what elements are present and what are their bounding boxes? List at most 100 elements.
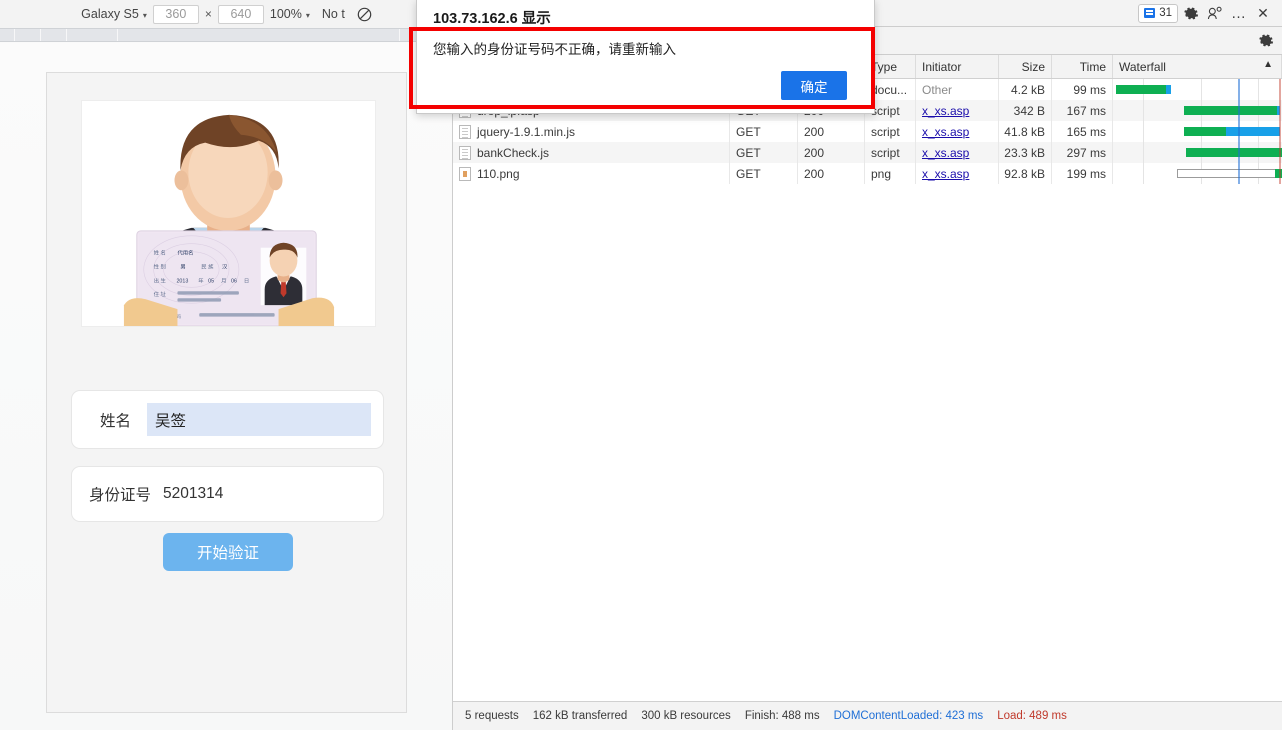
- request-time-cell: 199 ms: [1052, 163, 1113, 184]
- status-load: Load: 489 ms: [997, 710, 1067, 722]
- image-icon: [459, 167, 471, 181]
- svg-text:男: 男: [180, 264, 185, 271]
- console-message-count: 31: [1159, 7, 1172, 19]
- waterfall-gridline: [1143, 163, 1144, 184]
- gear-icon[interactable]: [1180, 2, 1202, 24]
- request-waterfall-cell: [1113, 100, 1282, 121]
- request-initiator-link[interactable]: x_xs.asp: [922, 146, 969, 160]
- request-size-cell: 4.2 kB: [999, 79, 1052, 100]
- waterfall-gridline: [1143, 121, 1144, 142]
- waterfall-gridline: [1143, 100, 1144, 121]
- dialog-message: 您输入的身份证号码不正确，请重新输入: [433, 38, 676, 58]
- column-header-waterfall-label: Waterfall: [1119, 60, 1166, 74]
- waterfall-download-segment: [1166, 85, 1171, 94]
- request-initiator-cell: x_xs.asp: [916, 142, 999, 163]
- svg-text:民 族: 民 族: [201, 263, 214, 271]
- request-size-cell: 41.8 kB: [999, 121, 1052, 142]
- status-transferred: 162 kB transferred: [533, 710, 628, 722]
- request-name-label: jquery-1.9.1.min.js: [477, 125, 575, 139]
- svg-text:05: 05: [208, 278, 214, 284]
- device-height-input[interactable]: 640: [218, 5, 264, 24]
- device-selector-label: Galaxy S5: [81, 7, 139, 21]
- chevron-down-icon: ▾: [143, 11, 147, 20]
- waterfall-gridline: [1143, 142, 1144, 163]
- request-time-cell: 167 ms: [1052, 100, 1113, 121]
- request-initiator-cell: x_xs.asp: [916, 163, 999, 184]
- request-time-cell: 297 ms: [1052, 142, 1113, 163]
- no-entry-icon[interactable]: [351, 7, 378, 22]
- waterfall-waiting-segment: [1184, 106, 1277, 115]
- request-initiator-link[interactable]: x_xs.asp: [922, 104, 969, 118]
- request-initiator-link[interactable]: x_xs.asp: [922, 125, 969, 139]
- waterfall-gridline: [1201, 79, 1202, 100]
- console-message-icon: [1144, 8, 1155, 18]
- waterfall-bar: [1186, 148, 1282, 157]
- start-verification-button[interactable]: 开始验证: [163, 533, 293, 571]
- request-method-cell: GET: [730, 121, 798, 142]
- status-resources: 300 kB resources: [641, 710, 731, 722]
- waterfall-download-segment: [1226, 127, 1280, 136]
- network-settings-icon[interactable]: [1256, 31, 1276, 51]
- screen-root: Galaxy S5 ▾ 360 × 640 100% ▾ No t: [0, 0, 1282, 730]
- throttling-label: No t: [322, 7, 345, 21]
- request-status-cell: 200: [798, 121, 865, 142]
- request-initiator-link: Other: [922, 83, 952, 97]
- request-type-cell: png: [865, 163, 916, 184]
- network-request-list[interactable]: drop_ip.aspGET200docu...Other4.2 kB99 ms…: [453, 79, 1282, 701]
- name-field-card: 姓名: [71, 390, 384, 449]
- request-name-label: 110.png: [477, 167, 520, 181]
- column-header-time[interactable]: Time: [1052, 55, 1113, 78]
- column-header-initiator[interactable]: Initiator: [916, 55, 999, 78]
- waterfall-waiting-segment: [1184, 127, 1226, 136]
- svg-text:06: 06: [231, 278, 237, 284]
- device-ruler[interactable]: [0, 28, 453, 42]
- dialog-ok-button[interactable]: 确定: [781, 71, 847, 100]
- zoom-selector-label: 100%: [270, 7, 302, 21]
- request-initiator-link[interactable]: x_xs.asp: [922, 167, 969, 181]
- more-options-icon[interactable]: …: [1228, 2, 1250, 24]
- svg-text:性 别: 性 别: [154, 263, 166, 271]
- request-time-cell: 99 ms: [1052, 79, 1113, 100]
- request-name-label: bankCheck.js: [477, 146, 549, 160]
- svg-text:月: 月: [221, 277, 226, 284]
- device-selector[interactable]: Galaxy S5 ▾: [75, 7, 153, 21]
- device-canvas: 姓 名代用名 性 别男 民 族汉 出 生2013 年05 月06 日 住 址 公…: [0, 43, 453, 730]
- console-message-badge[interactable]: 31: [1138, 4, 1178, 23]
- waterfall-bar: [1184, 127, 1280, 136]
- svg-text:住 址: 住 址: [154, 290, 167, 298]
- network-status-bar: 5 requests 162 kB transferred 300 kB res…: [453, 701, 1282, 730]
- table-row[interactable]: bankCheck.jsGET200scriptx_xs.asp23.3 kB2…: [453, 142, 1282, 163]
- id-number-input[interactable]: [163, 479, 371, 509]
- status-domcontentloaded: DOMContentLoaded: 423 ms: [834, 710, 984, 722]
- request-status-cell: 200: [798, 142, 865, 163]
- request-type-cell: script: [865, 142, 916, 163]
- waterfall-waiting-segment: [1116, 85, 1167, 94]
- request-name-cell: jquery-1.9.1.min.js: [453, 121, 730, 142]
- dimension-separator: ×: [199, 7, 218, 21]
- device-toolbar: Galaxy S5 ▾ 360 × 640 100% ▾ No t: [0, 0, 453, 28]
- javascript-alert-dialog: 103.73.162.6 显示 您输入的身份证号码不正确，请重新输入 确定: [416, 0, 875, 114]
- column-header-waterfall[interactable]: Waterfall ▲: [1113, 55, 1282, 78]
- waterfall-queueing-segment: [1177, 169, 1282, 178]
- svg-text:汉: 汉: [222, 263, 228, 271]
- waterfall-gridline: [1258, 79, 1259, 100]
- zoom-selector[interactable]: 100% ▾: [264, 7, 316, 21]
- devices-settings-icon[interactable]: [1204, 2, 1226, 24]
- column-header-size[interactable]: Size: [999, 55, 1052, 78]
- request-waterfall-cell: [1113, 163, 1282, 184]
- emulated-page-viewport[interactable]: 姓 名代用名 性 别男 民 族汉 出 生2013 年05 月06 日 住 址 公…: [46, 72, 407, 713]
- waterfall-waiting-segment: [1275, 169, 1282, 178]
- request-initiator-cell: x_xs.asp: [916, 121, 999, 142]
- table-row[interactable]: jquery-1.9.1.min.jsGET200scriptx_xs.asp4…: [453, 121, 1282, 142]
- request-status-cell: 200: [798, 163, 865, 184]
- waterfall-bar: [1184, 106, 1280, 115]
- close-devtools-icon[interactable]: ✕: [1252, 2, 1274, 24]
- name-input[interactable]: [147, 403, 371, 436]
- request-waterfall-cell: [1113, 79, 1282, 100]
- table-row[interactable]: 110.pngGET200pngx_xs.asp92.8 kB199 ms: [453, 163, 1282, 184]
- request-size-cell: 342 B: [999, 100, 1052, 121]
- device-width-input[interactable]: 360: [153, 5, 199, 24]
- throttling-selector[interactable]: No t: [316, 7, 351, 21]
- device-emulation-pane: Galaxy S5 ▾ 360 × 640 100% ▾ No t: [0, 0, 453, 730]
- svg-text:日: 日: [244, 277, 249, 284]
